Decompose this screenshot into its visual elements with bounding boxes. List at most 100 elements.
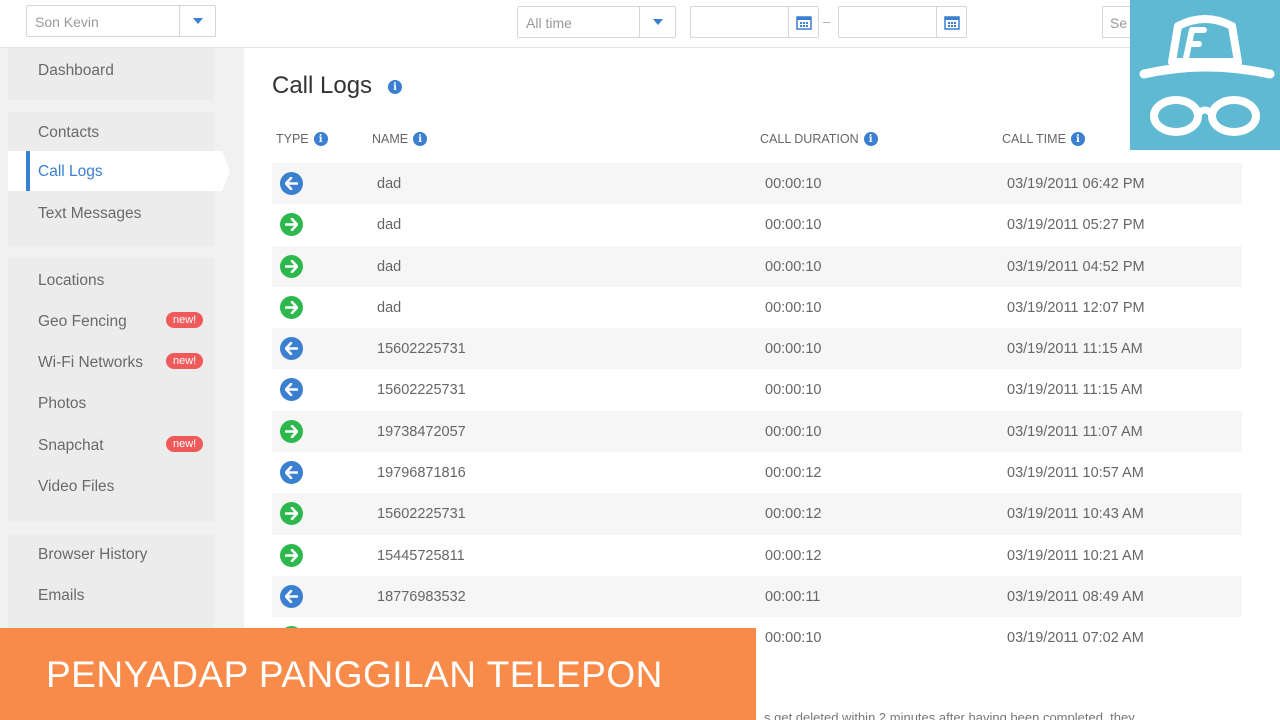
call-time: 03/19/2011 11:15 AM xyxy=(1007,382,1143,399)
sidebar-item-emails[interactable]: Emails xyxy=(8,575,214,615)
info-icon[interactable]: i xyxy=(1070,132,1085,146)
table-row[interactable]: dad 00:00:10 03/19/2011 05:27 PM xyxy=(272,204,1242,245)
search-input-text: Se xyxy=(1110,15,1128,31)
sidebar: Dashboard Contacts Call Logs Text Messag… xyxy=(8,48,230,720)
call-name: 15445725811 xyxy=(377,547,465,564)
call-name: 15602225731 xyxy=(377,506,466,523)
sidebar-group-media: Locations Geo Fencing new! Wi-Fi Network… xyxy=(8,258,214,522)
call-time: 03/19/2011 10:21 AM xyxy=(1007,547,1144,564)
sidebar-item-text-messages[interactable]: Text Messages xyxy=(8,193,214,233)
calendar-icon[interactable] xyxy=(936,7,966,37)
outgoing-call-icon xyxy=(280,295,303,319)
sidebar-item-video-files[interactable]: Video Files xyxy=(8,466,214,506)
outgoing-call-icon xyxy=(280,419,303,443)
sidebar-item-dashboard[interactable]: Dashboard xyxy=(8,50,214,90)
sidebar-item-label: Call Logs xyxy=(38,163,103,180)
chevron-down-icon[interactable] xyxy=(639,7,675,37)
call-duration: 00:00:10 xyxy=(765,341,822,358)
call-duration: 00:00:11 xyxy=(765,588,821,605)
top-bar: Son Kevin All time – Se xyxy=(0,0,1280,48)
call-duration: 00:00:10 xyxy=(765,299,822,316)
sidebar-item-snapchat[interactable]: Snapchat new! xyxy=(8,425,214,465)
table-row[interactable]: 19738472057 00:00:10 03/19/2011 11:07 AM xyxy=(272,410,1242,453)
info-icon[interactable]: i xyxy=(313,132,328,146)
sidebar-item-browser-history[interactable]: Browser History xyxy=(8,534,214,574)
call-duration: 00:00:10 xyxy=(765,423,822,440)
call-log-table: dad 00:00:10 03/19/2011 06:42 PM dad 00:00:1… xyxy=(272,163,1242,659)
column-header-label: TYPE xyxy=(276,132,309,146)
outgoing-call-icon xyxy=(280,254,303,278)
device-select[interactable]: Son Kevin xyxy=(26,5,216,37)
call-duration: 00:00:10 xyxy=(765,382,822,399)
new-badge: new! xyxy=(166,312,204,328)
column-header-duration[interactable]: CALL DURATION i xyxy=(760,132,878,146)
call-name: dad xyxy=(377,258,402,275)
incoming-call-icon xyxy=(280,584,303,608)
outgoing-call-icon xyxy=(280,543,303,567)
table-row[interactable]: dad 00:00:10 03/19/2011 12:07 PM xyxy=(272,287,1242,328)
table-row[interactable]: 15602225731 00:00:10 03/19/2011 11:15 AM xyxy=(272,369,1242,410)
sidebar-item-contacts[interactable]: Contacts xyxy=(8,112,214,152)
column-header-name[interactable]: NAME i xyxy=(372,132,428,146)
call-name: 19796871816 xyxy=(377,465,466,482)
call-name: 18776983532 xyxy=(377,588,466,605)
table-row[interactable]: 18776983532 00:00:11 03/19/2011 08:49 AM xyxy=(272,575,1242,618)
column-header-time[interactable]: CALL TIME i xyxy=(1002,132,1085,146)
call-name: dad xyxy=(377,299,402,316)
table-row[interactable]: dad 00:00:10 03/19/2011 06:42 PM xyxy=(272,163,1242,205)
spy-hat-glasses-icon xyxy=(1130,0,1280,150)
sidebar-item-label: Dashboard xyxy=(38,62,114,79)
sidebar-item-label: Emails xyxy=(38,587,85,604)
call-time: 03/19/2011 08:49 AM xyxy=(1007,588,1144,605)
call-duration: 00:00:10 xyxy=(765,258,822,275)
outgoing-call-icon xyxy=(280,213,303,237)
column-header-type[interactable]: TYPE i xyxy=(276,132,328,146)
time-range-select[interactable]: All time xyxy=(517,6,676,38)
info-icon[interactable]: i xyxy=(413,132,428,146)
sidebar-group-dashboard: Dashboard xyxy=(8,48,214,100)
chevron-down-icon[interactable] xyxy=(179,6,215,36)
sidebar-item-locations[interactable]: Locations xyxy=(8,260,214,300)
sidebar-item-geo-fencing[interactable]: Geo Fencing new! xyxy=(8,301,214,341)
date-to-field[interactable] xyxy=(838,6,967,38)
call-duration: 00:00:12 xyxy=(765,506,822,523)
call-name: 19738472057 xyxy=(377,423,466,440)
main-panel: Call Logs i TYPE i NAME i CALL DURATION … xyxy=(244,48,1280,720)
call-time: 03/19/2011 11:07 AM xyxy=(1007,423,1143,440)
table-row[interactable]: dad 00:00:10 03/19/2011 04:52 PM xyxy=(272,245,1242,287)
calendar-icon[interactable] xyxy=(788,7,818,37)
call-duration: 00:00:10 xyxy=(765,176,822,192)
table-row[interactable]: 15602225731 00:00:10 03/19/2011 11:15 AM xyxy=(272,328,1242,370)
table-row[interactable]: 19796871816 00:00:12 03/19/2011 10:57 AM xyxy=(272,452,1242,493)
call-time: 03/19/2011 10:43 AM xyxy=(1007,506,1144,523)
info-icon[interactable]: i xyxy=(863,132,878,146)
column-header-label: NAME xyxy=(372,132,409,146)
call-name: 15602225731 xyxy=(377,341,466,358)
incoming-call-icon xyxy=(280,461,303,485)
page-title: Call Logs i xyxy=(272,72,402,100)
column-header-label: CALL TIME xyxy=(1002,132,1066,146)
time-range-value: All time xyxy=(526,15,572,31)
call-time: 03/19/2011 05:27 PM xyxy=(1007,217,1145,234)
call-duration: 00:00:10 xyxy=(765,217,822,234)
call-time: 03/19/2011 06:42 PM xyxy=(1007,176,1145,192)
info-icon[interactable]: i xyxy=(388,80,402,94)
banner-text: PENYADAP PANGGILAN TELEPON xyxy=(46,654,663,695)
table-row[interactable]: 15445725811 00:00:12 03/19/2011 10:21 AM xyxy=(272,535,1242,576)
call-duration: 00:00:12 xyxy=(765,547,822,564)
sidebar-item-label: Browser History xyxy=(38,546,148,563)
outgoing-call-icon xyxy=(280,502,303,526)
page-title-text: Call Logs xyxy=(272,72,373,99)
sidebar-item-wifi-networks[interactable]: Wi-Fi Networks new! xyxy=(8,342,214,382)
new-badge: new! xyxy=(166,353,204,369)
date-separator: – xyxy=(823,14,831,29)
table-row[interactable]: 15602225731 00:00:12 03/19/2011 10:43 AM xyxy=(272,493,1242,535)
call-name: dad xyxy=(377,176,402,192)
sidebar-item-label: Snapchat xyxy=(38,437,104,454)
call-time: 03/19/2011 04:52 PM xyxy=(1007,258,1145,275)
sidebar-item-label: Geo Fencing xyxy=(38,313,127,330)
sidebar-item-call-logs[interactable]: Call Logs xyxy=(8,151,230,191)
date-from-field[interactable] xyxy=(690,6,819,38)
sidebar-item-photos[interactable]: Photos xyxy=(8,383,214,423)
sidebar-item-label: Locations xyxy=(38,272,105,289)
